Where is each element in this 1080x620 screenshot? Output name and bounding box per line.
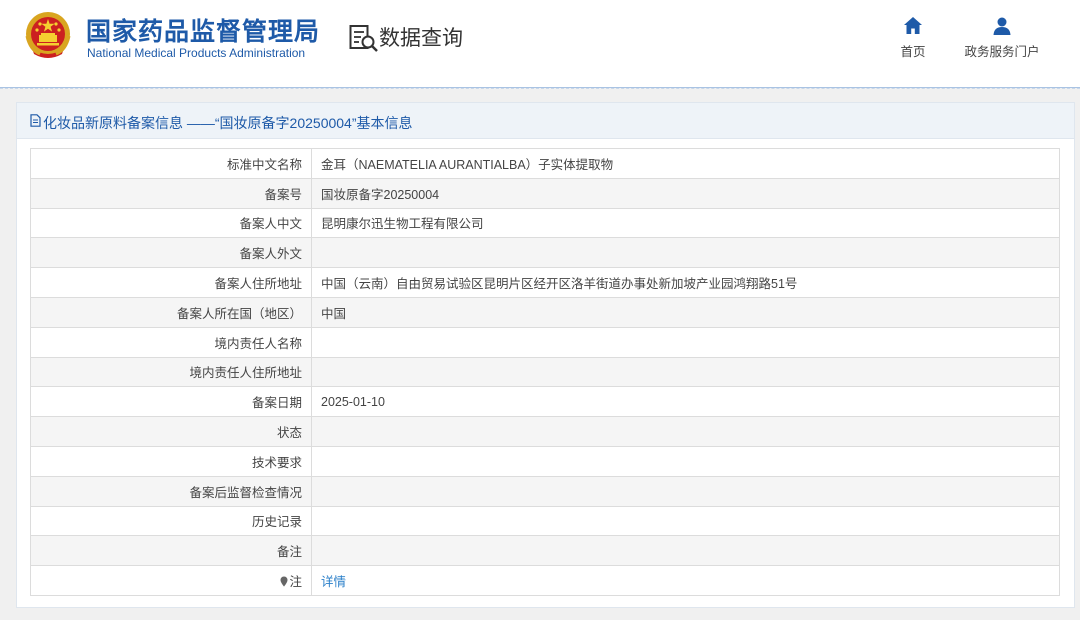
panel-header: 化妆品新原料备案信息 ——“国妆原备字20250004”基本信息 bbox=[17, 103, 1074, 139]
document-icon bbox=[30, 114, 41, 127]
national-emblem-icon bbox=[25, 12, 71, 58]
data-search-icon bbox=[349, 25, 378, 52]
row-key: 境内责任人住所地址 bbox=[30, 356, 312, 388]
row-key: 备案日期 bbox=[30, 386, 312, 418]
row-value bbox=[311, 475, 1060, 507]
row-key-label: 技术要求 bbox=[251, 455, 302, 470]
home-icon bbox=[904, 17, 922, 34]
row-value bbox=[311, 416, 1060, 447]
row-value-text: 国妆原备字20250004 bbox=[321, 187, 440, 202]
row-value-text: 昆明康尔迅生物工程有限公司 bbox=[321, 217, 484, 232]
row-key: 备案人中文 bbox=[30, 207, 312, 239]
table-row: 标准中文名称 金耳（NAEMATELIA AURANTIALBA）子实体提取物 bbox=[30, 148, 1060, 179]
user-icon bbox=[993, 17, 1011, 35]
site-header: 国家药品监督管理局 National Medical Products Admi… bbox=[0, 0, 1080, 88]
info-panel: 化妆品新原料备案信息 ——“国妆原备字20250004”基本信息 标准中文名称 金… bbox=[16, 102, 1075, 608]
row-key-label: 历史记录 bbox=[251, 515, 302, 530]
table-row: 备案人外文 bbox=[30, 237, 1060, 269]
row-key: 备注 bbox=[30, 535, 312, 567]
row-value: 详情 bbox=[311, 565, 1060, 596]
org-name-cn: 国家药品监督管理局 bbox=[86, 18, 321, 46]
row-key: 境内责任人名称 bbox=[30, 326, 312, 358]
row-value: 中国（云南）自由贸易试验区昆明片区经开区洛羊街道办事处新加坡产业园鸿翔路51号 bbox=[311, 267, 1060, 298]
location-pin-icon bbox=[280, 576, 288, 587]
row-key-label: 注 bbox=[289, 575, 302, 590]
row-value bbox=[311, 445, 1060, 477]
nav-service-portal[interactable]: 政务服务门户 bbox=[960, 16, 1044, 60]
row-key: 备案号 bbox=[30, 177, 312, 209]
row-value: 2025-01-10 bbox=[311, 386, 1060, 418]
query-title: 数据查询 bbox=[379, 27, 463, 50]
row-value bbox=[311, 326, 1060, 358]
row-key-label: 境内责任人名称 bbox=[214, 336, 302, 351]
row-value: 中国 bbox=[311, 296, 1060, 328]
table-row: 历史记录 bbox=[30, 505, 1060, 537]
row-key-label: 备注 bbox=[276, 545, 302, 560]
header-divider bbox=[0, 88, 1080, 89]
row-value bbox=[311, 237, 1060, 269]
table-row: 备案人中文 昆明康尔迅生物工程有限公司 bbox=[30, 207, 1060, 239]
row-value: 昆明康尔迅生物工程有限公司 bbox=[311, 207, 1060, 239]
table-row: 备案人住所地址 中国（云南）自由贸易试验区昆明片区经开区洛羊街道办事处新加坡产业园… bbox=[30, 267, 1060, 298]
nav-home[interactable]: 首页 bbox=[898, 16, 928, 60]
row-key-label: 备案人所在国（地区） bbox=[176, 306, 302, 321]
row-value-text: 金耳（NAEMATELIA AURANTIALBA）子实体提取物 bbox=[321, 157, 614, 172]
table-row: 备案人所在国（地区） 中国 bbox=[30, 296, 1060, 328]
row-key: 技术要求 bbox=[30, 445, 312, 477]
nav-service-label: 政务服务门户 bbox=[964, 45, 1040, 59]
nav-home-label: 首页 bbox=[900, 45, 926, 59]
row-key-label: 标准中文名称 bbox=[226, 157, 302, 172]
row-key-label: 备案人外文 bbox=[239, 247, 302, 262]
row-value bbox=[311, 356, 1060, 388]
row-key: 备案人所在国（地区） bbox=[30, 296, 312, 328]
table-row: 备注 bbox=[30, 535, 1060, 567]
panel-title: 化妆品新原料备案信息 ——“国妆原备字20250004”基本信息 bbox=[43, 115, 413, 131]
row-key: 备案人住所地址 bbox=[30, 267, 312, 298]
table-row: 境内责任人住所地址 bbox=[30, 356, 1060, 388]
row-value: 金耳（NAEMATELIA AURANTIALBA）子实体提取物 bbox=[311, 148, 1060, 179]
table-row: 状态 bbox=[30, 416, 1060, 447]
row-key-label: 备案人中文 bbox=[239, 217, 302, 232]
row-value-text: 中国（云南）自由贸易试验区昆明片区经开区洛羊街道办事处新加坡产业园鸿翔路51号 bbox=[321, 277, 798, 292]
table-row: 备案号 国妆原备字20250004 bbox=[30, 177, 1060, 209]
row-key-label: 备案人住所地址 bbox=[214, 277, 302, 292]
row-value bbox=[311, 505, 1060, 537]
row-key: 历史记录 bbox=[30, 505, 312, 537]
table-row: 境内责任人名称 bbox=[30, 326, 1060, 358]
info-table: 标准中文名称 金耳（NAEMATELIA AURANTIALBA）子实体提取物备案… bbox=[30, 148, 1060, 596]
row-key: 状态 bbox=[30, 416, 312, 447]
table-row: 备案后监督检查情况 bbox=[30, 475, 1060, 507]
table-row: 注 详情 bbox=[30, 565, 1060, 596]
row-value-text: 中国 bbox=[321, 306, 347, 321]
table-row: 备案日期 2025-01-10 bbox=[30, 386, 1060, 418]
row-value: 国妆原备字20250004 bbox=[311, 177, 1060, 209]
row-value-text: 2025-01-10 bbox=[321, 394, 385, 409]
row-key: 标准中文名称 bbox=[30, 148, 312, 179]
row-key: 注 bbox=[30, 565, 312, 596]
row-key: 备案后监督检查情况 bbox=[30, 475, 312, 507]
row-key-label: 境内责任人住所地址 bbox=[189, 366, 302, 381]
row-key-label: 备案日期 bbox=[251, 396, 302, 411]
row-key: 备案人外文 bbox=[30, 237, 312, 269]
row-key-label: 状态 bbox=[276, 426, 302, 441]
row-key-label: 备案后监督检查情况 bbox=[189, 485, 302, 500]
row-key-label: 备案号 bbox=[264, 187, 302, 202]
org-name-en: National Medical Products Administration bbox=[87, 46, 306, 60]
row-value bbox=[311, 535, 1060, 567]
table-row: 技术要求 bbox=[30, 445, 1060, 477]
detail-link[interactable]: 详情 bbox=[321, 575, 346, 589]
